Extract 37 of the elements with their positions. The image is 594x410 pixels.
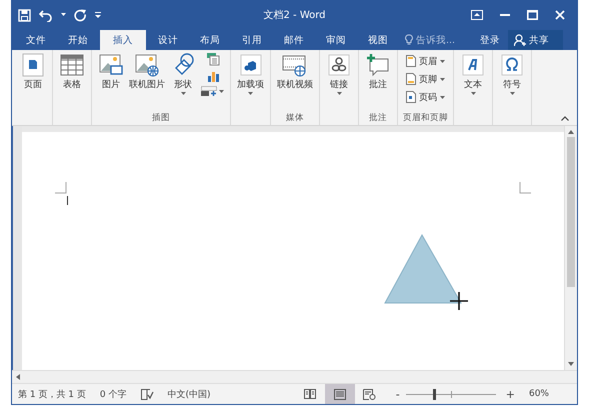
window-title: 文档2 - Word [263,8,326,22]
word-count[interactable]: 0 个字 [100,388,126,400]
ribbon-button[interactable]: 形状 [168,52,198,110]
ribbon-tab[interactable]: 引用 [232,30,272,50]
ribbon-button[interactable]: 图片 [96,52,126,110]
share-button[interactable]: 共享 [508,30,563,50]
ribbon-tab[interactable]: 审阅 [316,30,356,50]
ribbon-tab[interactable]: 开始 [58,30,98,50]
tell-me-field[interactable]: 告诉我... [416,34,472,46]
ribbon-button[interactable]: 联机视频 [275,52,315,110]
ribbon-tab[interactable]: 视图 [358,30,398,50]
ribbon-tab[interactable]: 文件 [16,30,56,50]
ribbon-button[interactable]: 批注 [363,52,393,110]
ribbon-button[interactable]: 页眉 [402,52,449,70]
page-count[interactable]: 第 1 页，共 1 页 [18,388,86,400]
zoom-out-button[interactable]: - [396,388,400,400]
ribbon-button[interactable]: 页码 [402,88,449,106]
zoom-level[interactable]: 60% [528,389,577,399]
ribbon-button[interactable]: 联机图片 [127,52,167,110]
ribbon-tab[interactable]: 设计 [148,30,188,50]
ribbon-tab[interactable]: 邮件 [274,30,314,50]
group-label: 批注 [369,112,387,125]
ribbon-button[interactable]: 加载项 [235,52,266,110]
ribbon-tab[interactable]: 布局 [190,30,230,50]
ribbon-button[interactable]: 表格 [57,52,87,110]
group-label: 插图 [152,112,170,125]
language[interactable]: 中文(中国) [168,388,211,400]
ribbon-button[interactable]: 文本 [458,52,488,110]
ribbon-tab[interactable]: 插入 [100,30,146,50]
sign-in-link[interactable]: 登录 [480,34,500,46]
ribbon-button[interactable]: 链接 [324,52,354,110]
group-label: 页眉和页脚 [403,112,448,125]
ribbon-button[interactable]: 页脚 [402,70,449,88]
ribbon-button[interactable]: 页面 [18,52,48,110]
zoom-in-button[interactable]: + [506,388,515,400]
ribbon-button[interactable]: 符号 [497,52,527,110]
group-label: 媒体 [286,112,304,125]
